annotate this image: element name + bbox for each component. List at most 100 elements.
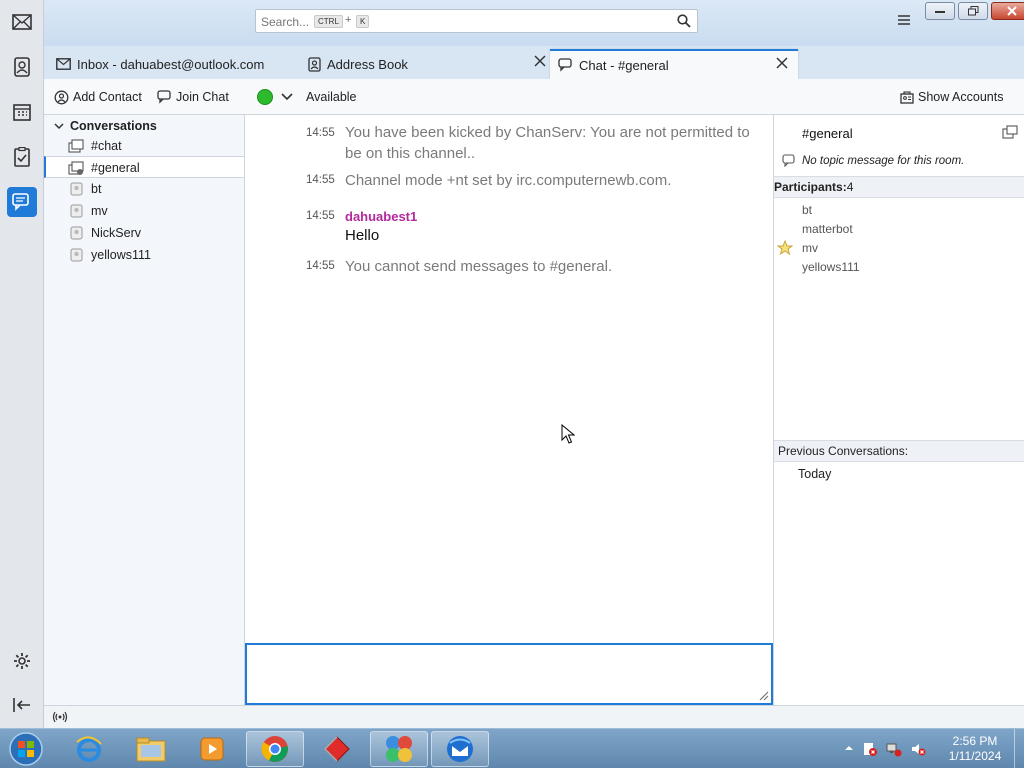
tab-chat-general[interactable]: Chat - #general xyxy=(550,49,798,79)
show-accounts-button[interactable]: Show Accounts xyxy=(900,88,1003,106)
tab-inbox[interactable]: Inbox - dahuabest@outlook.com xyxy=(56,49,304,79)
status-label: Available xyxy=(306,90,357,104)
conversation-label: #chat xyxy=(91,139,122,153)
chat-space-button[interactable] xyxy=(7,187,37,217)
taskbar-explorer[interactable] xyxy=(122,731,180,767)
conversations-header[interactable]: Conversations xyxy=(44,117,244,135)
calendar-icon xyxy=(13,104,31,121)
taskbar-ie[interactable] xyxy=(60,731,118,767)
conversation-label: mv xyxy=(91,204,108,218)
chat-messages[interactable]: 14:55 You have been kicked by ChanServ: … xyxy=(245,115,773,643)
title-bar: Search... CTRL + K xyxy=(44,0,1024,46)
user-chat-icon xyxy=(70,248,83,262)
clock-time: 2:56 PM xyxy=(952,734,998,748)
join-chat-icon xyxy=(157,90,171,104)
participant-item[interactable]: mv xyxy=(802,241,818,255)
address-book-icon xyxy=(308,56,321,72)
message-text: Channel mode +nt set by irc.computernewb… xyxy=(345,172,672,189)
windows-start-icon xyxy=(9,732,43,766)
mail-icon xyxy=(56,58,71,70)
previous-conversations-header: Previous Conversations: xyxy=(774,440,1024,462)
participant-item[interactable]: yellows111 xyxy=(802,260,860,274)
resize-grip-icon[interactable] xyxy=(757,689,769,701)
conversation-item[interactable]: #chat xyxy=(44,135,244,157)
shortcut-k: K xyxy=(356,15,370,28)
red-diamond-icon xyxy=(323,736,350,762)
tab-address-book[interactable]: Address Book xyxy=(308,49,548,79)
search-placeholder: Search... xyxy=(261,15,310,29)
message-text: You have been kicked by ChanServ: You ar… xyxy=(345,124,750,162)
open-window-icon[interactable] xyxy=(1002,125,1018,139)
app-menu-icon[interactable] xyxy=(896,12,912,28)
conversation-item[interactable]: yellows111 xyxy=(44,244,244,266)
user-chat-icon xyxy=(70,204,83,218)
online-status-icon[interactable] xyxy=(52,711,68,723)
taskbar-thunderbird[interactable] xyxy=(431,731,489,767)
user-chat-icon xyxy=(70,226,83,240)
folder-icon xyxy=(136,737,166,762)
add-contact-button[interactable]: Add Contact xyxy=(54,88,142,106)
collapse-left-icon xyxy=(13,698,30,712)
show-hidden-icons[interactable] xyxy=(844,741,854,755)
join-chat-button[interactable]: Join Chat xyxy=(157,88,229,106)
participant-item[interactable]: matterbot xyxy=(802,222,853,236)
internet-explorer-icon xyxy=(76,736,102,762)
tab-label: Inbox - dahuabest@outlook.com xyxy=(77,56,265,72)
message-time: 14:55 xyxy=(306,260,335,272)
close-tab-icon[interactable] xyxy=(776,57,788,69)
mail-space-button[interactable] xyxy=(7,7,37,37)
media-player-icon xyxy=(200,737,224,761)
conversation-item[interactable]: mv xyxy=(44,200,244,222)
restore-icon xyxy=(967,6,978,16)
chevron-down-icon xyxy=(54,123,64,130)
message-input[interactable] xyxy=(247,645,771,703)
conversation-item-selected[interactable]: #general xyxy=(44,156,244,178)
windows-taskbar: 2:56 PM 1/11/2024 xyxy=(0,728,1024,768)
close-icon xyxy=(1007,6,1017,16)
conversation-item[interactable]: bt xyxy=(44,178,244,200)
previous-conversation-today[interactable]: Today xyxy=(798,467,831,481)
room-name: #general xyxy=(802,126,853,141)
message-nick[interactable]: dahuabest1 xyxy=(345,209,417,224)
message-text: Hello xyxy=(345,227,380,244)
message-input-box[interactable] xyxy=(245,643,773,705)
room-topic: No topic message for this room. xyxy=(802,155,965,167)
tab-label: Chat - #general xyxy=(579,57,669,73)
calendar-space-button[interactable] xyxy=(7,97,37,127)
join-chat-label: Join Chat xyxy=(176,90,229,104)
conversation-label: #general xyxy=(91,161,140,175)
address-book-icon xyxy=(14,57,30,77)
volume-muted-icon[interactable] xyxy=(910,741,926,757)
shortcut-plus: + xyxy=(345,14,352,26)
taskbar-media-player[interactable] xyxy=(183,731,241,767)
address-book-space-button[interactable] xyxy=(7,52,37,82)
status-selector[interactable]: Available xyxy=(256,88,357,106)
action-center-icon[interactable] xyxy=(862,741,878,757)
conversation-item[interactable]: NickServ xyxy=(44,222,244,244)
search-input[interactable]: Search... CTRL + K xyxy=(255,9,698,33)
taskbar-chrome[interactable] xyxy=(246,731,304,767)
mouse-cursor-icon xyxy=(561,424,575,444)
participants-label: Participants: xyxy=(774,180,847,194)
start-button[interactable] xyxy=(6,730,46,768)
search-icon[interactable] xyxy=(677,14,691,28)
taskbar-app-diamond[interactable] xyxy=(308,731,366,767)
close-window-button[interactable] xyxy=(991,2,1024,20)
network-icon[interactable] xyxy=(886,741,902,757)
thunderbird-icon xyxy=(447,736,473,762)
chevron-down-icon xyxy=(281,93,293,101)
restore-button[interactable] xyxy=(958,2,988,20)
tasks-icon xyxy=(14,147,30,167)
collapse-spaces-button[interactable] xyxy=(7,690,37,720)
status-bar xyxy=(44,705,1024,728)
conversation-label: bt xyxy=(91,182,102,196)
tasks-space-button[interactable] xyxy=(7,142,37,172)
settings-space-button[interactable] xyxy=(7,646,37,676)
show-desktop-button[interactable] xyxy=(1014,729,1024,768)
minimize-button[interactable] xyxy=(925,2,955,20)
taskbar-clock[interactable]: 2:56 PM 1/11/2024 xyxy=(940,734,1010,764)
taskbar-control-panel[interactable] xyxy=(370,731,428,767)
close-tab-icon[interactable] xyxy=(534,55,546,67)
participant-item[interactable]: bt xyxy=(802,203,812,217)
shortcut-ctrl: CTRL xyxy=(314,15,343,28)
